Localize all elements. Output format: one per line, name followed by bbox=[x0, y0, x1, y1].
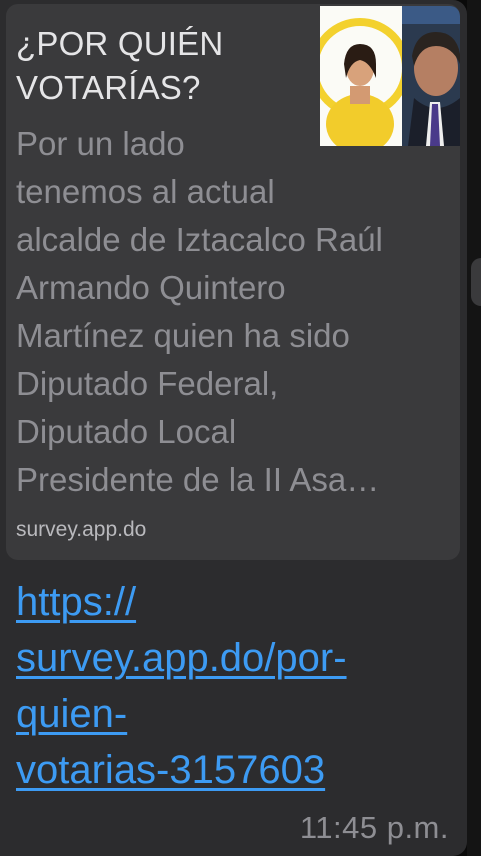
preview-domain: survey.app.do bbox=[16, 518, 147, 541]
message-link[interactable]: https:// survey.app.do/por- quien- votar… bbox=[16, 574, 456, 798]
message-timestamp: 11:45 p.m. bbox=[299, 810, 449, 845]
preview-title: ¿POR QUIÉN VOTARÍAS? bbox=[16, 25, 224, 106]
link-preview-card[interactable]: ¿POR QUIÉN VOTARÍAS? Por un lado tenemos… bbox=[6, 4, 460, 560]
chat-edge bbox=[467, 0, 481, 856]
scroll-indicator[interactable] bbox=[471, 258, 481, 306]
message-bubble[interactable]: ¿POR QUIÉN VOTARÍAS? Por un lado tenemos… bbox=[0, 0, 467, 856]
preview-description: Por un lado tenemos al actual alcalde de… bbox=[16, 125, 383, 498]
